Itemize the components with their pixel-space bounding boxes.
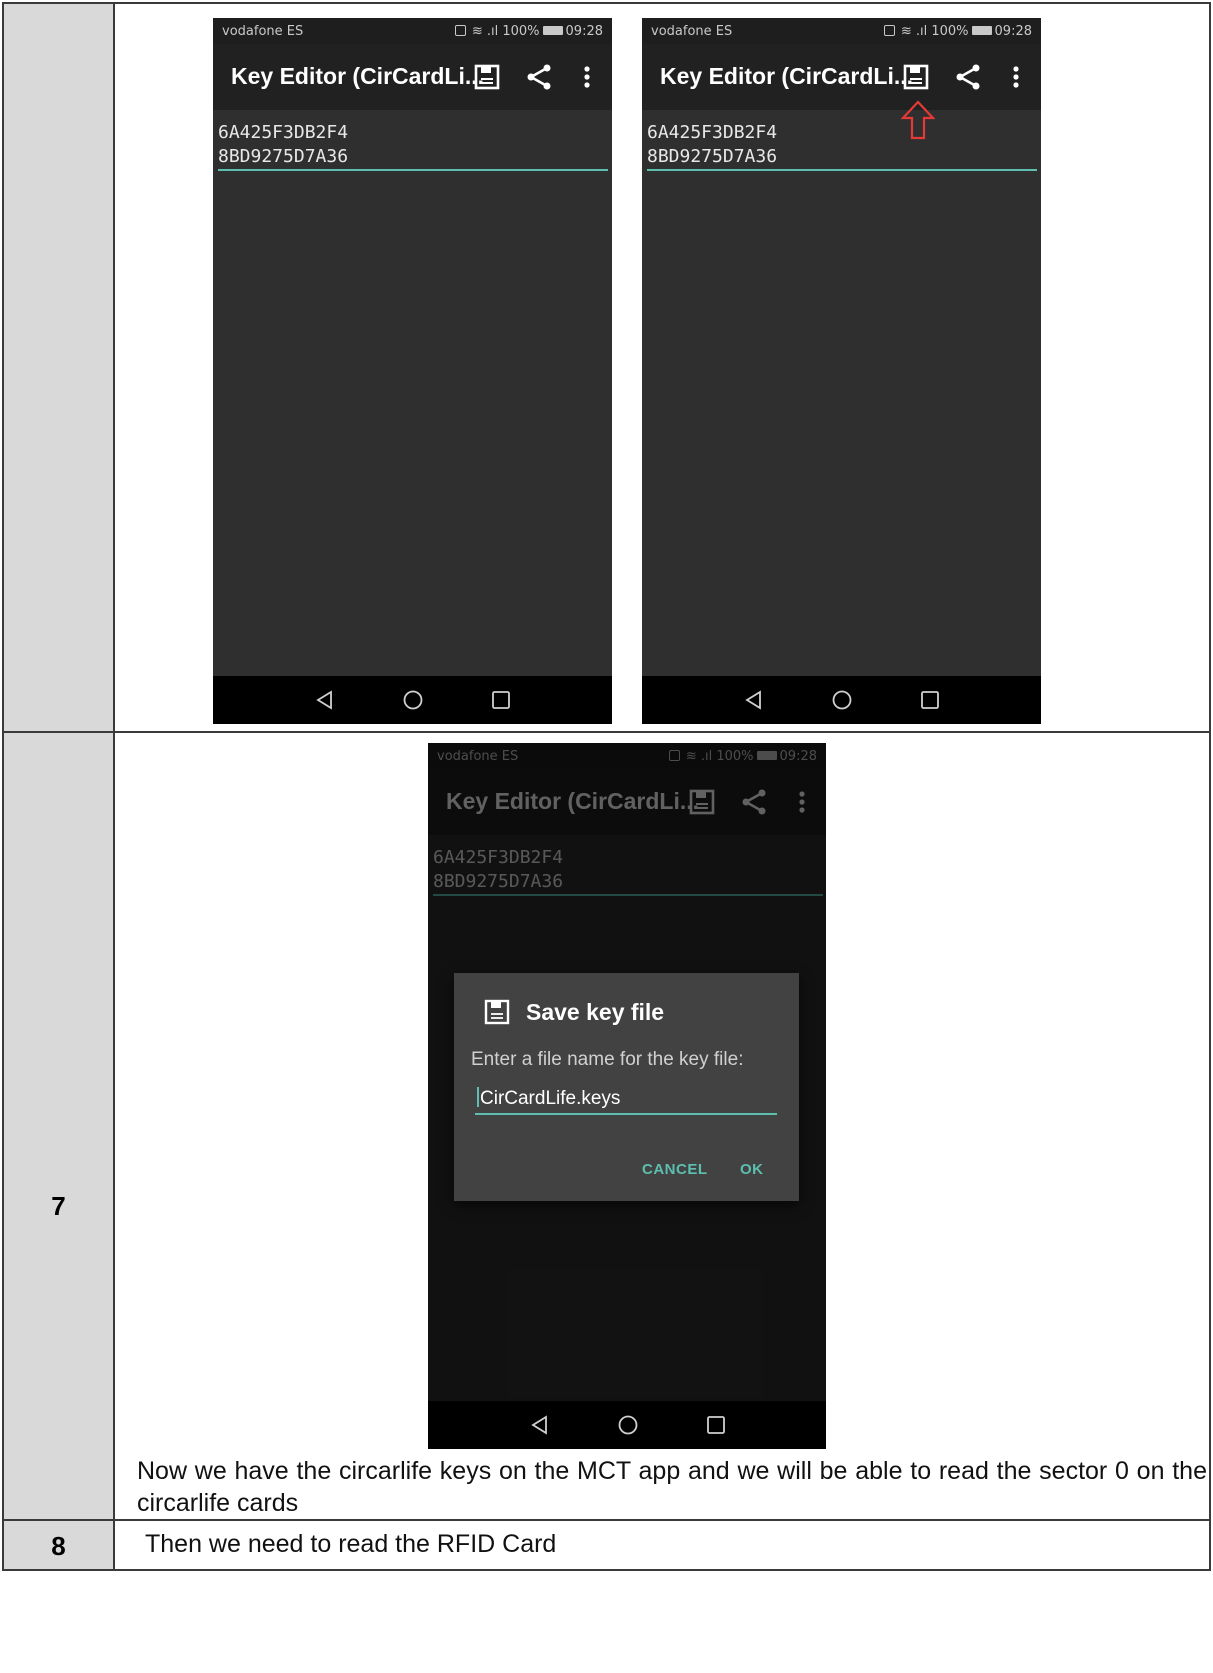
cancel-button[interactable]: CANCEL: [642, 1161, 708, 1178]
more-vert-icon[interactable]: [571, 60, 603, 94]
wifi-signal-icon: ≋ .ıl: [471, 24, 503, 39]
up-arrow-annotation-icon: [901, 100, 935, 140]
step-number-cell-1: [2, 2, 115, 733]
app-title: Key Editor (CirCardLi...: [660, 63, 914, 89]
carrier-label: vodafone ES: [222, 24, 304, 39]
app-title: Key Editor (CirCardLi...: [231, 63, 485, 89]
nfc-icon: [883, 25, 895, 36]
battery-icon: [971, 26, 992, 35]
save-icon[interactable]: [900, 60, 932, 94]
more-vert-icon[interactable]: [1000, 60, 1032, 94]
recents-icon[interactable]: [489, 688, 513, 712]
phone-screenshot-right: vodafone ES ≋ .ıl 100% 09:28 Key Editor (…: [642, 18, 1041, 724]
key-line: 6A425F3DB2F4: [647, 122, 778, 143]
wifi-signal-icon: ≋ .ıl: [900, 24, 932, 39]
phone-screenshot-dialog: vodafone ES ≋ .ıl 100%09:28 Key Editor (…: [428, 743, 826, 1449]
home-icon[interactable]: [401, 688, 425, 712]
key-line: 6A425F3DB2F4: [218, 122, 349, 143]
app-bar: Key Editor (CirCardLi...: [213, 44, 612, 110]
step-8-caption: Then we need to read the RFID Card: [145, 1530, 557, 1558]
battery-percent: 100%: [502, 24, 540, 39]
dialog-message: Enter a file name for the key file:: [471, 1049, 744, 1070]
battery-percent: 100%: [931, 24, 969, 39]
status-bar: vodafone ES ≋ .ıl 100% 09:28: [213, 18, 612, 44]
file-name-value: CirCardLife.keys: [480, 1088, 621, 1109]
status-right: ≋ .ıl 100% 09:28: [883, 24, 1032, 39]
phone-screenshot-left: vodafone ES ≋ .ıl 100% 09:28 Key Editor (…: [213, 18, 612, 724]
app-bar: Key Editor (CirCardLi...: [642, 44, 1041, 110]
home-icon[interactable]: [830, 688, 854, 712]
step-number: 7: [51, 1191, 66, 1221]
status-bar: vodafone ES ≋ .ıl 100% 09:28: [642, 18, 1041, 44]
battery-icon: [542, 26, 563, 35]
text-underline: [647, 169, 1037, 171]
step-number-cell-7: [2, 731, 115, 1521]
clock: 09:28: [565, 24, 603, 39]
text-caret: [477, 1087, 479, 1107]
nav-bar: [213, 676, 612, 724]
key-text-area[interactable]: 6A425F3DB2F4 8BD9275D7A36: [218, 121, 348, 169]
clock: 09:28: [994, 24, 1032, 39]
step-7-caption: Now we have the circarlife keys on the M…: [137, 1457, 1207, 1517]
nfc-icon: [454, 25, 466, 36]
home-icon[interactable]: [616, 1413, 640, 1437]
recents-icon[interactable]: [918, 688, 942, 712]
save-key-file-dialog: Save key file Enter a file name for the …: [454, 973, 799, 1201]
dialog-title: Save key file: [526, 999, 665, 1025]
nav-bar: [642, 676, 1041, 724]
save-icon: [484, 999, 510, 1025]
share-icon[interactable]: [523, 60, 555, 94]
back-icon[interactable]: [313, 688, 337, 712]
file-name-input[interactable]: CirCardLife.keys: [475, 1083, 777, 1115]
back-icon[interactable]: [528, 1413, 552, 1437]
key-line: 8BD9275D7A36: [647, 146, 778, 167]
status-right: ≋ .ıl 100% 09:28: [454, 24, 603, 39]
step-number: 8: [51, 1531, 66, 1561]
share-icon[interactable]: [952, 60, 984, 94]
recents-icon[interactable]: [704, 1413, 728, 1437]
back-icon[interactable]: [742, 688, 766, 712]
ok-button[interactable]: OK: [740, 1161, 764, 1178]
nav-bar: [428, 1401, 826, 1449]
save-icon[interactable]: [471, 60, 503, 94]
key-line: 8BD9275D7A36: [218, 146, 349, 167]
text-underline: [218, 169, 608, 171]
carrier-label: vodafone ES: [651, 24, 733, 39]
key-text-area[interactable]: 6A425F3DB2F4 8BD9275D7A36: [647, 121, 777, 169]
